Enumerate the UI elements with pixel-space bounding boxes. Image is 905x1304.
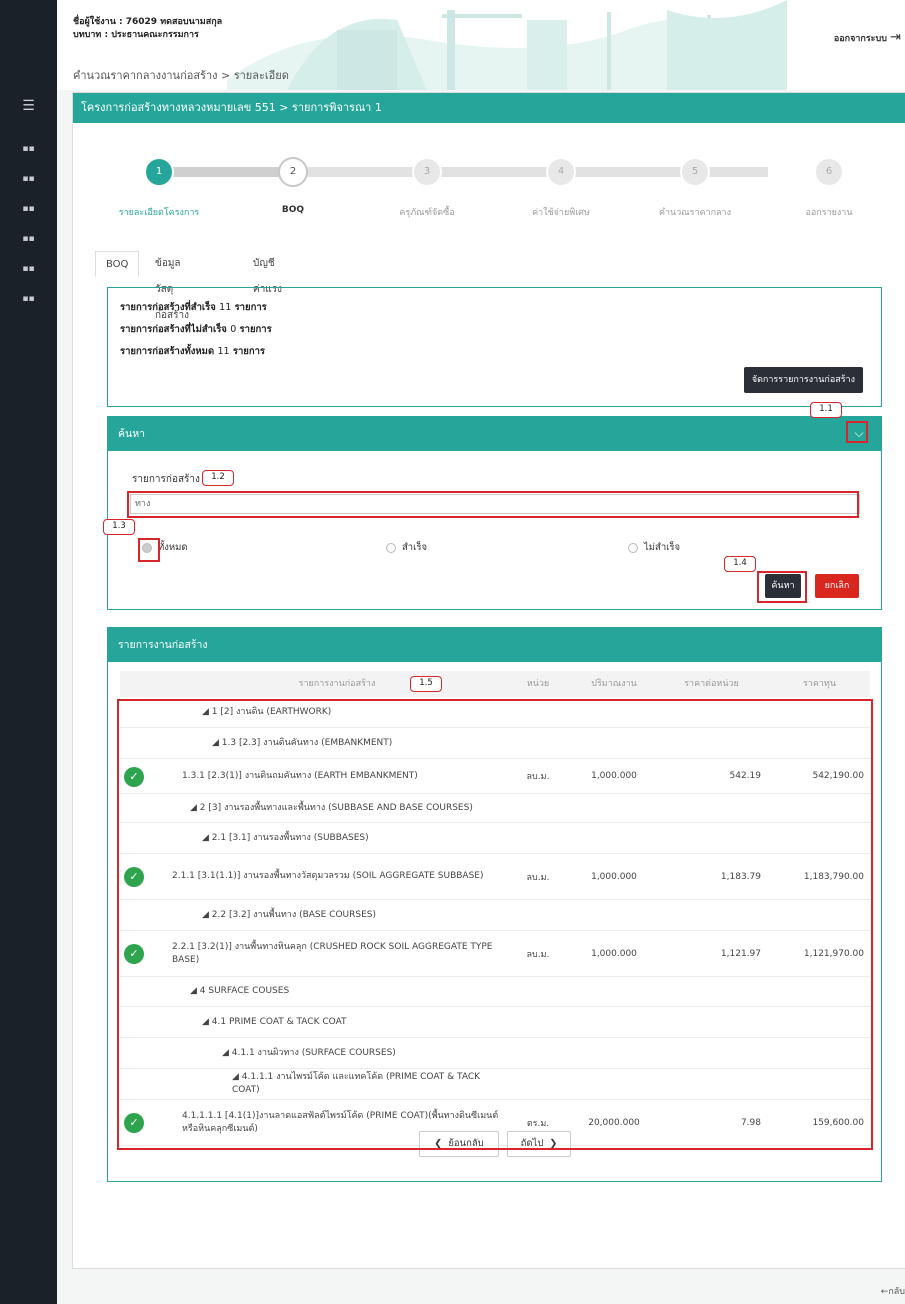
menu-icon[interactable]: ☰ <box>0 92 57 120</box>
list-panel-title: รายการงานก่อสร้าง <box>118 639 208 651</box>
table-header-status <box>120 671 172 697</box>
tab-boq[interactable]: BOQ <box>95 251 140 277</box>
table-header-name: รายการงานก่อสร้าง <box>172 671 502 697</box>
cancel-button[interactable]: ยกเลิก <box>815 574 859 598</box>
tab-materials[interactable]: ข้อมูลวัสดุก่อสร้าง <box>145 251 199 321</box>
header: ชื่อผู้ใช้งาน : 76029 ทดสอบนามสกุล บทบาท… <box>57 0 905 90</box>
list-panel-header: รายการงานก่อสร้าง <box>108 628 881 662</box>
summary-all: รายการก่อสร้างทั้งหมด 11 รายการ <box>120 346 266 357</box>
radio-fail-dot[interactable] <box>628 542 638 553</box>
summary-panel: รายการก่อสร้างที่สำเร็จ 11 รายการ รายการ… <box>107 287 882 407</box>
breadcrumb: คำนวณราคากลางงานก่อสร้าง > รายละเอียด <box>73 69 289 82</box>
annotation-box-1-2 <box>127 491 859 518</box>
step-4-label: ค่าใช้จ่ายพิเศษ <box>532 208 590 218</box>
manage-items-button[interactable]: จัดการรายการงานก่อสร้าง <box>743 367 863 393</box>
step-2[interactable]: 2 <box>278 157 308 187</box>
step-3-label: ครุภัณฑ์จัดซื้อ <box>399 208 455 218</box>
radio-fail[interactable]: ไม่สำเร็จ <box>628 540 680 555</box>
annotation-box-1-3 <box>138 538 160 562</box>
step-6[interactable]: 6 <box>814 157 844 187</box>
logout-icon: ⇥ <box>890 30 901 45</box>
radio-success[interactable]: สำเร็จ <box>386 540 427 555</box>
annotation-1-4: 1.4 <box>724 556 756 572</box>
annotation-box-1-5 <box>117 699 873 1150</box>
step-1-label: รายละเอียดโครงการ <box>118 208 200 218</box>
annotation-1-2: 1.2 <box>202 470 234 486</box>
step-2-label: BOQ <box>281 205 305 215</box>
radio-all-label: ทั้งหมด <box>158 542 188 553</box>
user-name: ชื่อผู้ใช้งาน : 76029 ทดสอบนามสกุล <box>73 17 223 27</box>
grid-icon[interactable]: ▪▪ <box>0 198 57 220</box>
table-header-unit: หน่วย <box>502 671 574 697</box>
search-panel-header: ค้นหา ⌵ <box>108 417 881 451</box>
step-6-label: ออกรายงาน <box>805 208 853 218</box>
logout-button[interactable]: ออกจากระบบ ⇥ <box>834 30 901 45</box>
summary-success: รายการก่อสร้างที่สำเร็จ 11 รายการ <box>120 302 267 313</box>
grid-icon[interactable]: ▪▪ <box>0 258 57 280</box>
annotation-box-1-4 <box>757 571 807 603</box>
annotation-1-3: 1.3 <box>103 519 135 535</box>
step-4[interactable]: 4 <box>546 157 576 187</box>
search-field-label: รายการก่อสร้าง <box>132 474 200 485</box>
search-panel-title: ค้นหา <box>118 428 146 440</box>
annotation-1-5: 1.5 <box>410 676 442 692</box>
radio-fail-label: ไม่สำเร็จ <box>644 542 681 553</box>
project-title: โครงการก่อสร้างทางหลวงหมายเลข 551 > รายก… <box>73 93 905 123</box>
logout-label: ออกจากระบบ <box>833 34 887 44</box>
sidebar: ☰ ▪▪ ▪▪ ▪▪ ▪▪ ▪▪ ▪▪ <box>0 0 57 1304</box>
grid-icon[interactable]: ▪▪ <box>0 228 57 250</box>
summary-fail: รายการก่อสร้างที่ไม่สำเร็จ 0 รายการ <box>120 324 272 335</box>
step-5[interactable]: 5 <box>680 157 710 187</box>
annotation-box-1-1 <box>846 421 868 443</box>
table-header-total: ราคาทุน <box>769 671 870 697</box>
stepper: 1 2 3 4 5 6 รายละเอียดโครงการ BOQ ครุภัณ… <box>73 151 905 218</box>
back-link[interactable]: ←กลับ <box>881 1284 905 1298</box>
step-5-label: คำนวณราคากลาง <box>658 208 731 218</box>
table-header-unit-price: ราคาต่อหน่วย <box>654 671 769 697</box>
header-illustration <box>227 0 787 90</box>
tab-labor[interactable]: บัญชีค่าแรง <box>243 251 292 295</box>
user-role: บทบาท : ประธานคณะกรรมการ <box>73 30 199 40</box>
radio-success-dot[interactable] <box>386 542 396 553</box>
table-header-qty: ปริมาณงาน <box>574 671 654 697</box>
grid-icon[interactable]: ▪▪ <box>0 138 57 160</box>
grid-icon[interactable]: ▪▪ <box>0 288 57 310</box>
radio-success-label: สำเร็จ <box>402 542 428 553</box>
annotation-1-1: 1.1 <box>810 402 842 418</box>
step-1[interactable]: 1 <box>144 157 174 187</box>
grid-icon[interactable]: ▪▪ <box>0 168 57 190</box>
step-3[interactable]: 3 <box>412 157 442 187</box>
